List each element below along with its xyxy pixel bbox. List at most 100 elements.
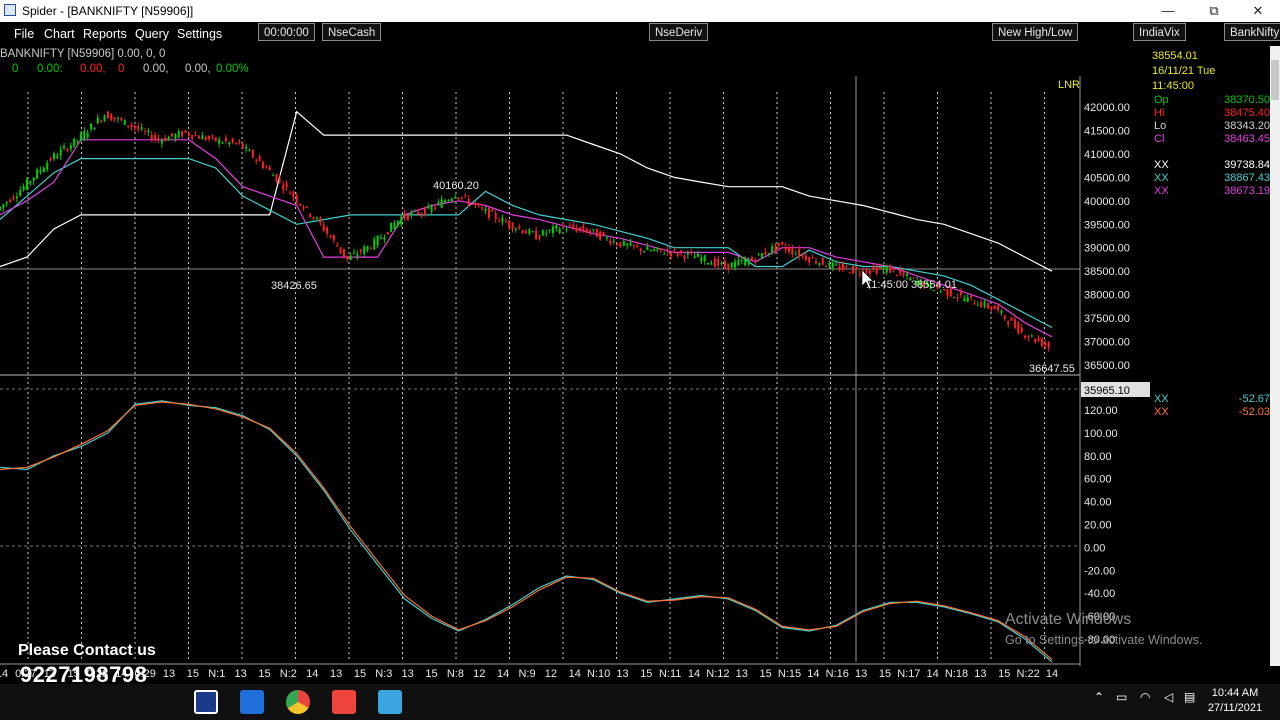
cursor-annotation: 11:45:00 38554.01	[866, 279, 957, 291]
high-annotation: 40160.20	[433, 180, 479, 192]
settings-icon[interactable]	[240, 690, 264, 714]
candle-body	[130, 124, 133, 127]
price-chart[interactable]: 42000.00 41500.00 41000.00 40500.00 40000.00…	[0, 76, 1152, 684]
candle-body	[15, 196, 18, 199]
minimize-button[interactable]: —	[1146, 0, 1190, 22]
candle-body	[656, 247, 659, 250]
candle-body	[349, 255, 352, 261]
candle-body	[224, 138, 227, 142]
anydesk-icon[interactable]	[332, 690, 356, 714]
tray-notification-icon[interactable]: ▤	[1184, 690, 1195, 704]
tray-volume-icon[interactable]: ◁	[1164, 690, 1173, 704]
chrome-icon[interactable]	[286, 690, 310, 714]
menu-query[interactable]: Query	[135, 27, 169, 41]
candle-body	[649, 250, 652, 252]
candle-body	[66, 148, 69, 151]
panel-ohlc-cl-label: Cl	[1154, 133, 1165, 145]
candle-body	[555, 225, 558, 229]
candle-body	[447, 199, 450, 202]
candle-body	[133, 125, 136, 129]
clock-date: 27/11/2021	[1207, 702, 1263, 714]
banknifty-button[interactable]: BankNifty	[1224, 23, 1280, 41]
candle-body	[518, 226, 521, 229]
candle-body	[339, 247, 342, 253]
quote-value: 0.00,	[143, 63, 169, 75]
candle-body	[710, 263, 713, 265]
candle-body	[32, 177, 35, 181]
candle-body	[248, 150, 251, 152]
nsederiv-button[interactable]: NseDeriv	[649, 23, 709, 41]
x-axis-label: 13	[330, 668, 342, 680]
menu-chart[interactable]: Chart	[44, 27, 75, 41]
candle-body	[680, 250, 683, 254]
candle-body	[299, 203, 302, 206]
candle-body	[383, 237, 386, 240]
candle-body	[599, 231, 602, 240]
candle-body	[272, 175, 275, 177]
panel-indicator-row-label: XX	[1154, 159, 1169, 171]
candle-body	[160, 140, 163, 144]
close-button[interactable]: ✕	[1236, 0, 1280, 22]
tray-chevron-icon[interactable]: ⌃	[1094, 690, 1104, 704]
price-overlay-line	[0, 158, 1053, 329]
price-axis-label: 41000.00	[1084, 149, 1130, 161]
candle-body	[174, 134, 177, 139]
nsecash-button[interactable]: NseCash	[322, 23, 382, 41]
candle-body	[906, 273, 909, 276]
candle-body	[616, 243, 619, 246]
indiavix-button[interactable]: IndiaVix	[1133, 23, 1186, 41]
candle-body	[575, 227, 578, 232]
panel-indicator-row-value: 39738.84	[1224, 159, 1270, 171]
candle-body	[400, 216, 403, 225]
vertical-scrollbar[interactable]	[1270, 46, 1280, 666]
panel-ohlc-lo: Lo 38343.20	[1152, 120, 1270, 133]
maximize-button[interactable]: ⧉	[1192, 0, 1236, 22]
menu-file[interactable]: File	[14, 27, 34, 41]
candle-body	[1003, 315, 1006, 319]
candle-body	[140, 127, 143, 130]
new-high-low-button[interactable]: New High/Low	[992, 23, 1079, 41]
snowflake-app-icon[interactable]	[378, 690, 402, 714]
panel-ohlc-cl: Cl 38463.45	[1152, 133, 1270, 146]
menu-reports[interactable]: Reports	[83, 27, 127, 41]
candle-body	[578, 227, 581, 230]
panel-indicator-row: XX 38867.43	[1152, 172, 1270, 185]
tray-network-icon[interactable]: ▭	[1116, 690, 1127, 704]
x-axis-label: 15	[258, 668, 270, 680]
candle-body	[963, 298, 966, 301]
candle-body	[302, 206, 305, 209]
candle-body	[359, 250, 362, 252]
menu-settings[interactable]: Settings	[177, 27, 222, 41]
candle-body	[12, 197, 15, 199]
candle-body	[983, 301, 986, 307]
candle-body	[565, 228, 568, 230]
candle-body	[821, 257, 824, 265]
candle-body	[288, 193, 291, 195]
candle-body	[231, 138, 234, 143]
candle-body	[474, 202, 477, 205]
candle-body	[720, 262, 723, 264]
candle-body	[265, 167, 268, 169]
candle-body	[36, 169, 39, 179]
indicator-axis-label: -20.00	[1084, 565, 1115, 577]
candle-body	[356, 254, 359, 258]
candle-body	[525, 230, 527, 234]
indicator-axis-label: 80.00	[1084, 451, 1112, 463]
candle-body	[498, 220, 501, 222]
candle-body	[757, 253, 760, 255]
taskbar-clock[interactable]: 10:44 AM 27/11/2021	[1200, 686, 1270, 716]
candle-body	[703, 255, 706, 261]
candle-body	[1000, 310, 1003, 313]
tray-wifi-icon[interactable]: ◠	[1140, 690, 1150, 704]
candle-body	[177, 131, 180, 138]
candle-body	[22, 186, 25, 191]
candle-body	[605, 237, 608, 239]
candle-body	[170, 133, 173, 137]
candle-body	[481, 207, 484, 209]
candle-body	[959, 291, 962, 295]
scrollbar-thumb[interactable]	[1271, 60, 1279, 100]
spider-app-icon[interactable]	[194, 690, 218, 714]
candle-body	[46, 162, 49, 170]
candle-body	[501, 217, 504, 223]
candle-body	[541, 230, 544, 236]
